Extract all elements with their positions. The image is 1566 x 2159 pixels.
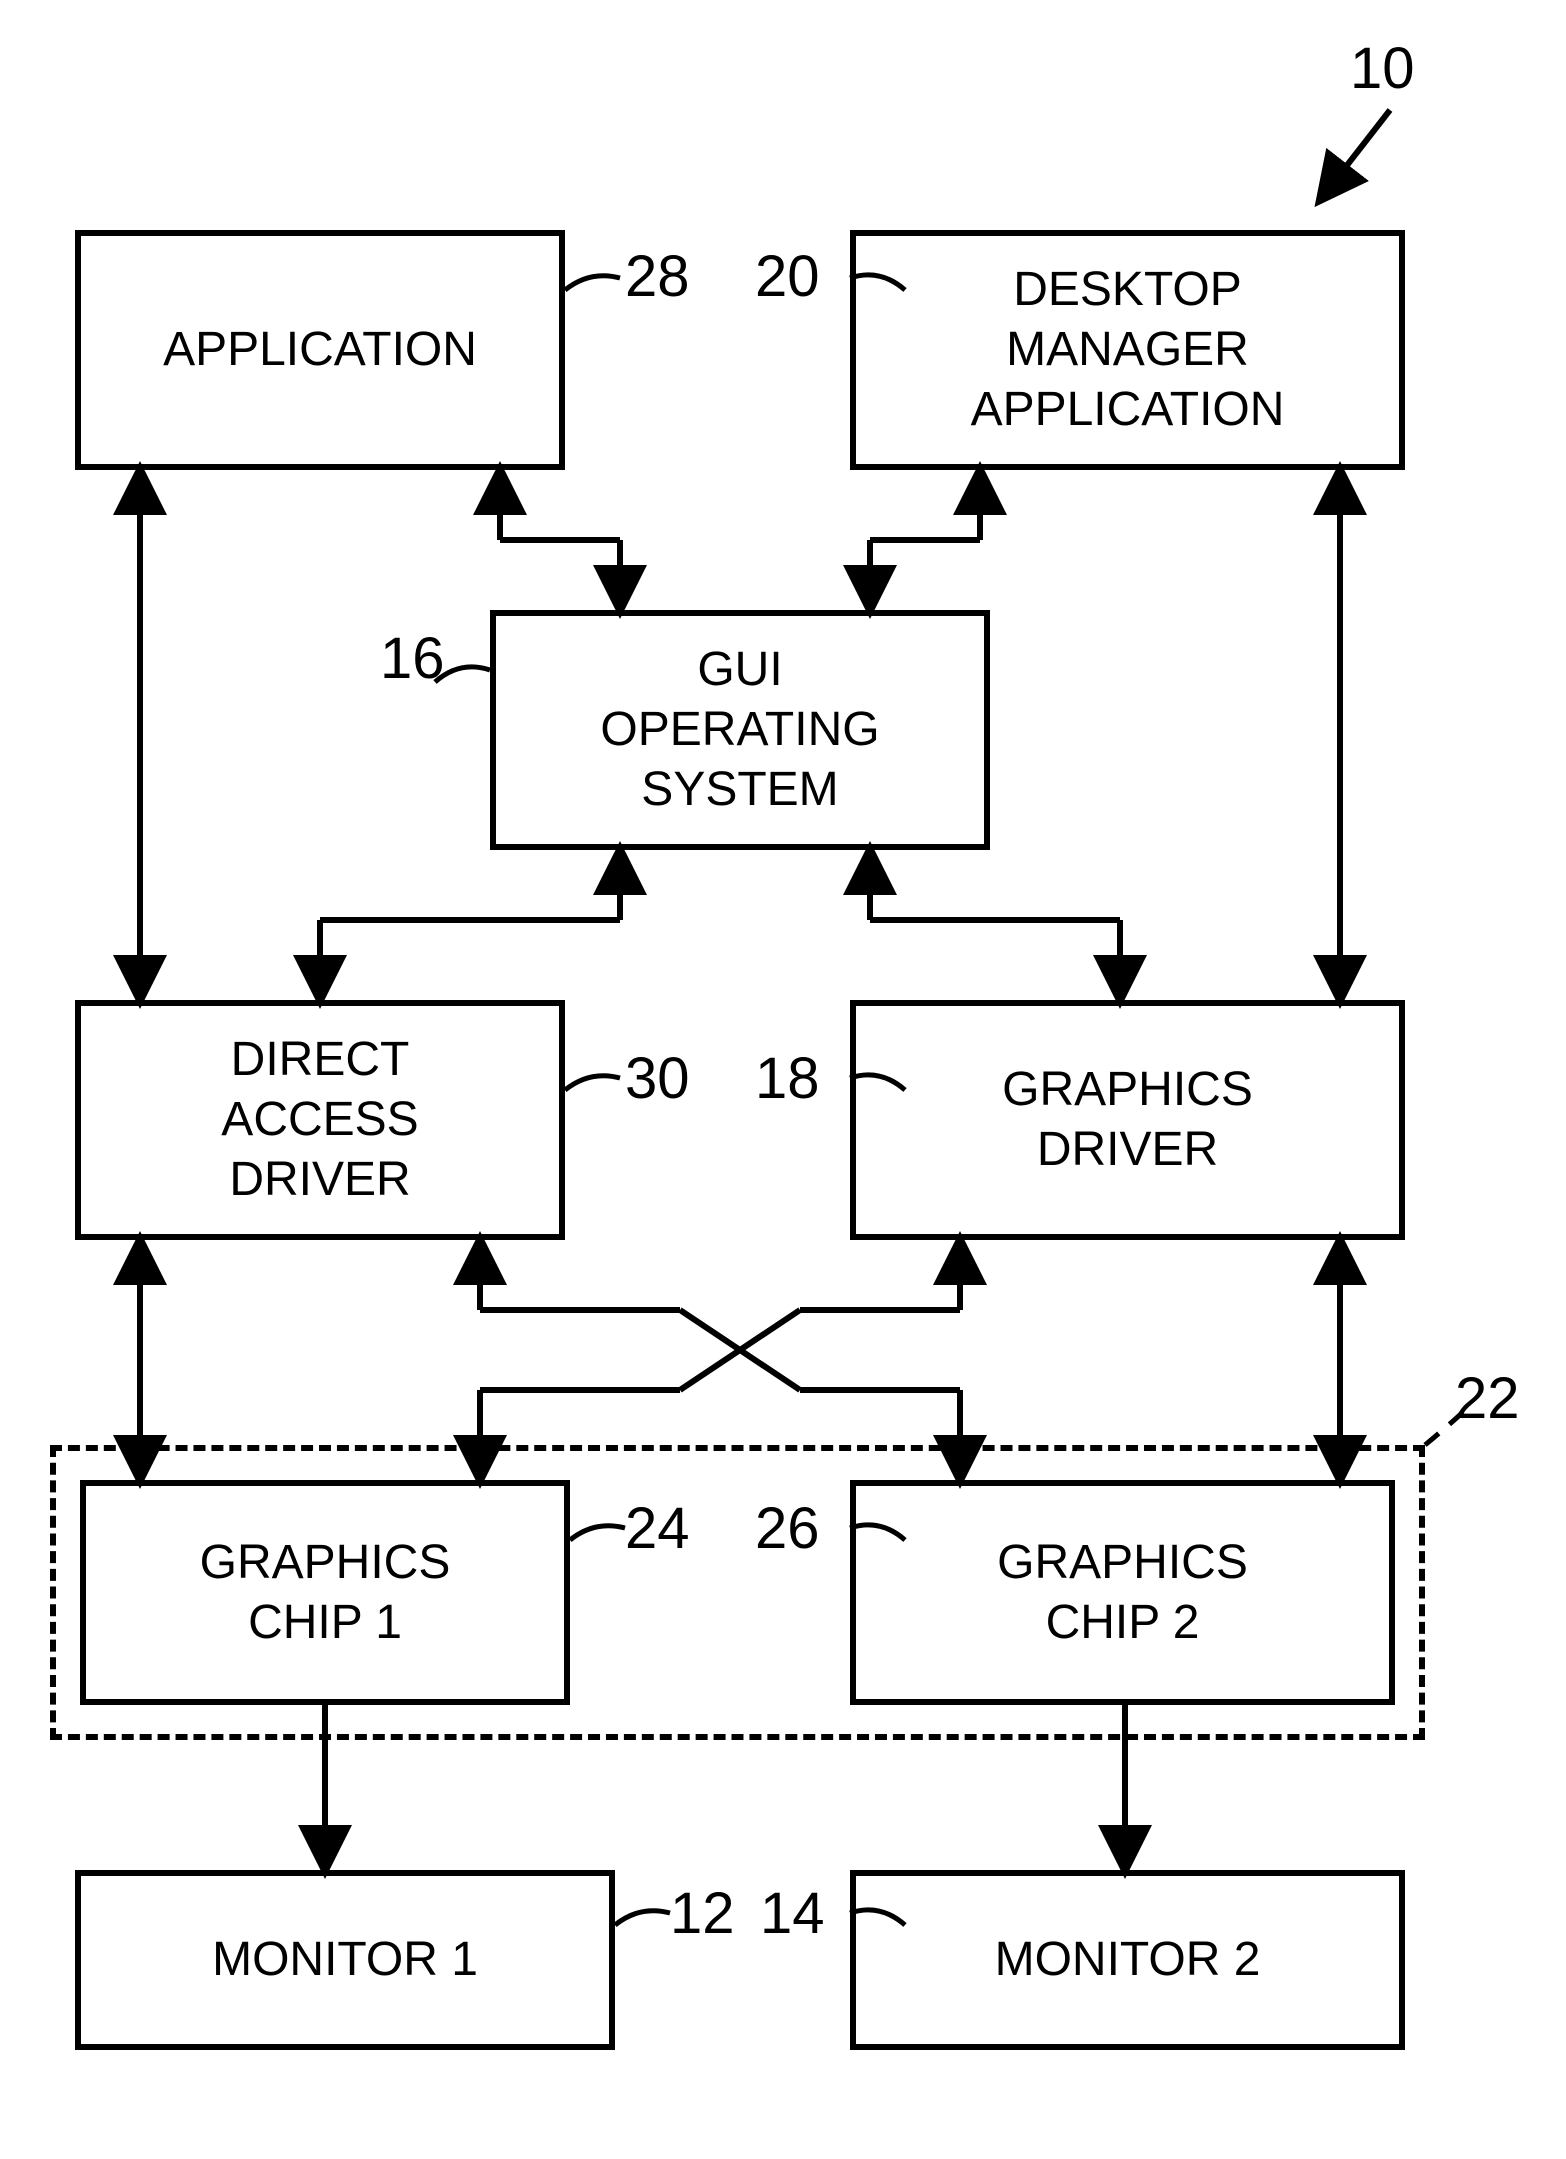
monitor-2-label: MONITOR 2	[995, 1930, 1261, 1990]
ref-22: 22	[1455, 1370, 1520, 1428]
monitor-1-block: MONITOR 1	[75, 1870, 615, 2050]
desktop-manager-label: DESKTOPMANAGERAPPLICATION	[971, 260, 1285, 440]
graphics-chip-1-label: GRAPHICSCHIP 1	[200, 1533, 451, 1653]
desktop-manager-block: DESKTOPMANAGERAPPLICATION	[850, 230, 1405, 470]
graphics-chip-1-block: GRAPHICSCHIP 1	[80, 1480, 570, 1705]
ref-28: 28	[625, 248, 690, 306]
ref-14: 14	[760, 1885, 825, 1943]
graphics-chip-2-label: GRAPHICSCHIP 2	[997, 1533, 1248, 1653]
application-block: APPLICATION	[75, 230, 565, 470]
direct-access-driver-label: DIRECTACCESSDRIVER	[221, 1030, 418, 1210]
graphics-chip-2-block: GRAPHICSCHIP 2	[850, 1480, 1395, 1705]
ref-18: 18	[755, 1050, 820, 1108]
application-label: APPLICATION	[163, 320, 477, 380]
graphics-driver-block: GRAPHICSDRIVER	[850, 1000, 1405, 1240]
monitor-1-label: MONITOR 1	[212, 1930, 478, 1990]
direct-access-driver-block: DIRECTACCESSDRIVER	[75, 1000, 565, 1240]
ref-20: 20	[755, 248, 820, 306]
gui-os-block: GUIOPERATINGSYSTEM	[490, 610, 990, 850]
ref-30: 30	[625, 1050, 690, 1108]
ref-16: 16	[380, 630, 445, 688]
ref-26: 26	[755, 1500, 820, 1558]
gui-os-label: GUIOPERATINGSYSTEM	[600, 640, 879, 820]
graphics-driver-label: GRAPHICSDRIVER	[1002, 1060, 1253, 1180]
ref-24: 24	[625, 1500, 690, 1558]
figure-ref-label: 10	[1350, 40, 1415, 98]
monitor-2-block: MONITOR 2	[850, 1870, 1405, 2050]
diagram-canvas: 10 APPLICATION DESKTOPMANAGERAPPLICATION…	[0, 0, 1566, 2159]
ref-12: 12	[670, 1885, 735, 1943]
